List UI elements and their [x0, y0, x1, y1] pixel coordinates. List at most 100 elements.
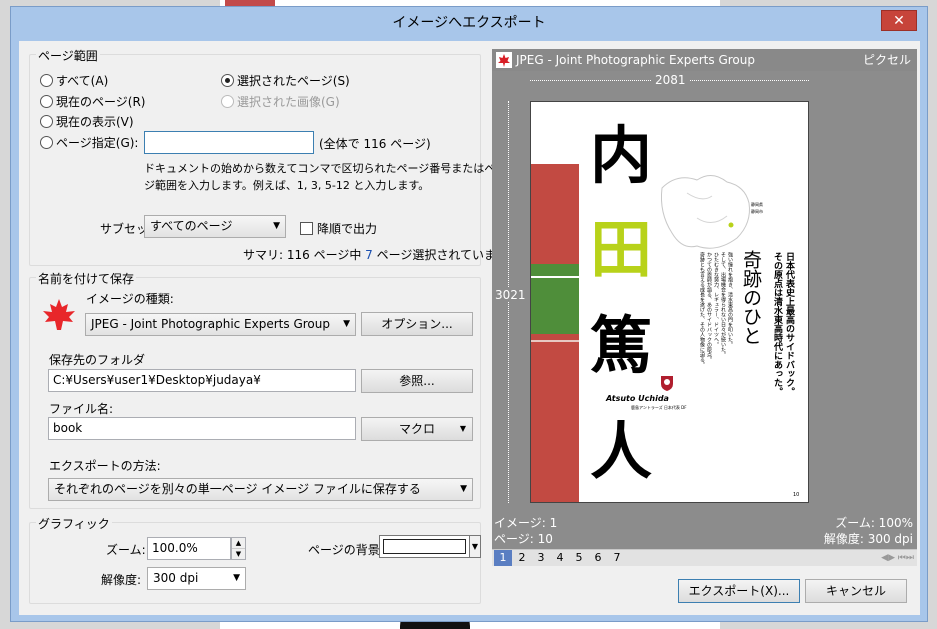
- grass-area: [531, 264, 579, 334]
- page-background-label: ページの背景:: [308, 543, 384, 557]
- reverse-order-label: 降順で出力: [317, 222, 378, 236]
- zoom-input[interactable]: 100.0%: [147, 537, 231, 560]
- page-tab-2[interactable]: 2: [513, 550, 531, 566]
- map-illustration: [661, 175, 750, 249]
- options-button[interactable]: オプション...: [361, 312, 473, 336]
- radio-current-page-label: 現在のページ(R): [56, 95, 146, 109]
- reverse-order-checkbox[interactable]: 降順で出力: [300, 220, 377, 237]
- summary-suffix: ページ選択されています: [372, 248, 509, 262]
- macro-button[interactable]: マクロ ▼: [361, 417, 473, 441]
- width-px-label: 2081: [652, 73, 689, 87]
- cancel-button[interactable]: キャンセル: [805, 579, 907, 603]
- title-char-1: 内: [589, 119, 652, 192]
- zoom-info: ズーム: 100%: [835, 516, 913, 530]
- page-tab-5[interactable]: 5: [570, 550, 588, 566]
- body-line-2: そして、出場機会を得られない日々が続いた。: [720, 252, 726, 357]
- radio-current-page[interactable]: 現在のページ(R): [40, 93, 145, 110]
- scroll-left-icon[interactable]: ◀▶: [881, 551, 895, 565]
- team-crest-icon: [661, 376, 673, 391]
- page-tab-3[interactable]: 3: [532, 550, 550, 566]
- dialog-title: イメージへエクスポート: [392, 15, 546, 31]
- export-method-select[interactable]: それぞれのページを別々の単一ページ イメージ ファイルに保存する ▼: [48, 478, 473, 501]
- map-label-city: 静岡市: [751, 209, 763, 214]
- page-tab-7[interactable]: 7: [608, 550, 626, 566]
- radio-specify-pages[interactable]: ページ指定(G):: [40, 134, 138, 151]
- body-line-5: 奇跡とも言える成長を遂げた、その人物像に迫る。: [699, 252, 705, 367]
- radio-selected-pages-label: 選択されたページ(S): [237, 74, 350, 88]
- spinner-down-icon[interactable]: ▼: [232, 549, 245, 559]
- chevron-down-icon: ▼: [459, 424, 466, 433]
- chevron-down-icon: ▼: [273, 221, 280, 231]
- map-label-prefecture: 静岡県: [751, 202, 763, 207]
- zoom-label: ズーム:: [106, 543, 146, 557]
- radio-circle: [40, 95, 53, 108]
- zoom-spinner[interactable]: ▲ ▼: [231, 537, 246, 560]
- page-navigation-bar: 1 2 3 4 5 6 7 ◀▶ ⏮⏭: [492, 549, 917, 566]
- resolution-label: 解像度:: [101, 573, 142, 587]
- title-char-2: 田: [589, 213, 652, 286]
- radio-circle: [40, 136, 53, 149]
- chevron-down-icon[interactable]: ▼: [469, 535, 481, 558]
- subset-select[interactable]: すべてのページ ▼: [144, 215, 286, 238]
- preview-header: JPEG - Joint Photographic Experts Group …: [492, 49, 917, 71]
- radio-specify-pages-label: ページ指定(G):: [56, 136, 139, 150]
- page-tab-6[interactable]: 6: [589, 550, 607, 566]
- image-type-label: イメージの種類:: [86, 292, 174, 306]
- player-name-sub: 鹿島アントラーズ 日本代表 DF: [631, 405, 687, 410]
- image-info: イメージ: 1: [494, 516, 558, 530]
- page-range-help-2: ジ範囲を入力します。例えば、1, 3, 5-12 と入力します。: [144, 179, 430, 192]
- body-line-3: ひたむきな努力、レギュラー、ドイツへ。: [713, 252, 719, 347]
- body-line-4: かつての恩師が語る、あのサイドバックの原点。: [706, 252, 712, 362]
- preview-page: 内 田 篤 人 静岡県 静岡市 日本代表史上最高のサイドバック。 その原点は清水…: [530, 101, 809, 503]
- spinner-up-icon[interactable]: ▲: [232, 538, 245, 549]
- height-px-label: 3021: [495, 288, 526, 302]
- article-heading: 奇跡のひと: [740, 250, 762, 345]
- chevron-down-icon: ▼: [233, 573, 240, 583]
- radio-current-view-label: 現在の表示(V): [56, 115, 134, 129]
- height-ruler: [508, 101, 509, 503]
- resolution-select[interactable]: 300 dpi ▼: [147, 567, 246, 590]
- page-background-swatch[interactable]: [379, 535, 470, 558]
- chevron-down-icon: ▼: [343, 319, 350, 329]
- page-numbers-input[interactable]: [144, 131, 314, 154]
- close-button[interactable]: ✕: [881, 10, 917, 31]
- page-tab-1[interactable]: 1: [494, 550, 512, 566]
- jpeg-file-icon: [496, 52, 512, 68]
- filename-input[interactable]: book: [48, 417, 356, 440]
- chevron-down-icon: ▼: [460, 484, 467, 494]
- export-button[interactable]: エクスポート(X)...: [678, 579, 800, 603]
- checkbox-box: [300, 222, 313, 235]
- folder-input[interactable]: C:¥Users¥user1¥Desktop¥judaya¥: [48, 369, 356, 392]
- browse-button[interactable]: 参照...: [361, 369, 473, 393]
- radio-all-label: すべて(A): [56, 74, 109, 88]
- save-as-label: 名前を付けて保存: [36, 270, 137, 287]
- lead-line-1: 日本代表史上最高のサイドバック。: [784, 252, 794, 396]
- scroll-end-icon[interactable]: ⏮⏭: [898, 551, 914, 565]
- page-tab-4[interactable]: 4: [551, 550, 569, 566]
- title-char-3: 篤: [589, 309, 652, 382]
- preview-format: JPEG - Joint Photographic Experts Group: [516, 53, 755, 67]
- folder-label: 保存先のフォルダ: [49, 353, 146, 367]
- summary-text: サマリ: 116 ページ中 7 ページ選択されています: [243, 246, 508, 263]
- subset-value: すべてのページ: [150, 219, 233, 233]
- image-type-value: JPEG - Joint Photographic Experts Group: [91, 317, 330, 331]
- radio-selected-pages[interactable]: 選択されたページ(S): [221, 72, 350, 89]
- page-range-label: ページ範囲: [36, 47, 100, 64]
- radio-circle: [40, 74, 53, 87]
- export-dialog: イメージへエクスポート ✕ ページ範囲 すべて(A) 現在のページ(R) 現在の…: [10, 6, 928, 622]
- radio-selected-image[interactable]: 選択された画像(G): [221, 93, 340, 110]
- radio-circle-selected: [221, 74, 234, 87]
- dialog-body: ページ範囲 すべて(A) 現在のページ(R) 現在の表示(V) ページ指定(G)…: [19, 41, 920, 615]
- page-folio: 10: [793, 492, 800, 498]
- radio-current-view[interactable]: 現在の表示(V): [40, 113, 134, 130]
- macro-button-label: マクロ: [398, 422, 435, 436]
- export-method-label: エクスポートの方法:: [49, 459, 161, 473]
- image-type-select[interactable]: JPEG - Joint Photographic Experts Group …: [85, 313, 356, 336]
- track-photo: [531, 164, 579, 502]
- resolution-value: 300 dpi: [153, 571, 199, 585]
- resolution-info: 解像度: 300 dpi: [823, 532, 913, 546]
- body-line-1: 強い憧れを抱き、清水東高の門を叩いた。: [727, 252, 733, 347]
- graphics-label: グラフィック: [36, 515, 112, 532]
- radio-all[interactable]: すべて(A): [40, 72, 108, 89]
- radio-selected-image-label: 選択された画像(G): [237, 95, 340, 109]
